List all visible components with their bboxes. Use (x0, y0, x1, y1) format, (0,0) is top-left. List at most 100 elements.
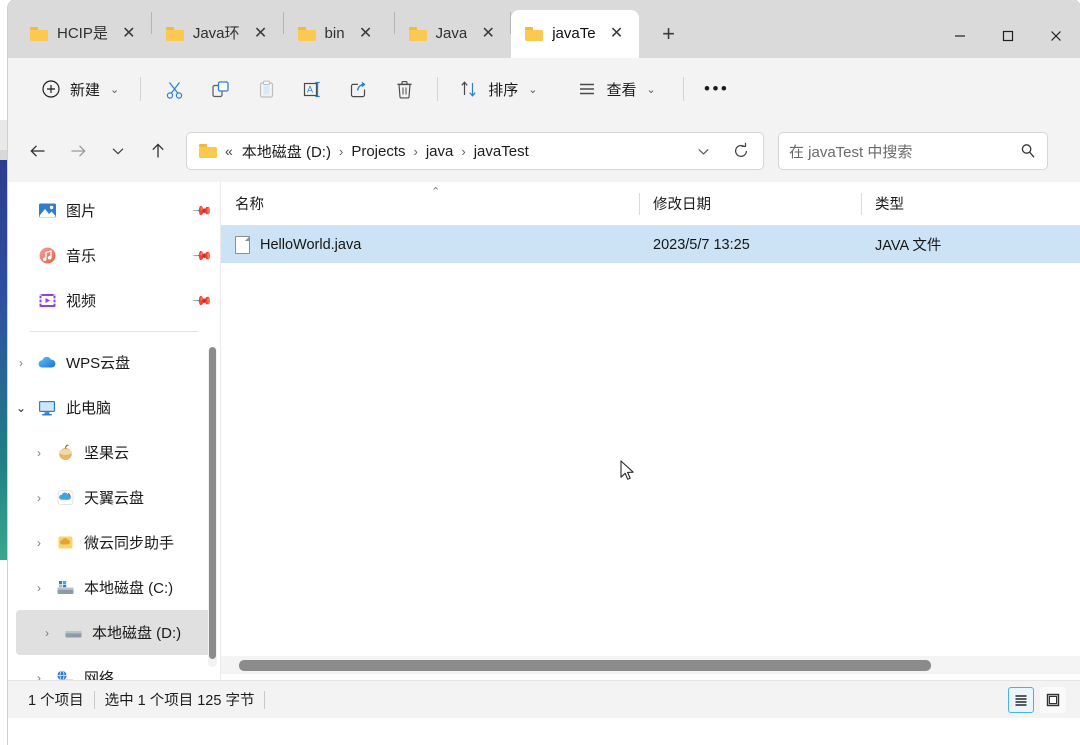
cell-name: HelloWorld.java (221, 235, 639, 254)
sidebar-scrollbar[interactable] (208, 347, 217, 667)
sort-button[interactable]: 排序 ⌄ (448, 70, 548, 108)
chevron-down-icon[interactable]: ⌄ (8, 401, 34, 415)
sidebar-item-nutstore[interactable]: › 坚果云 (8, 430, 220, 475)
pictures-icon (34, 201, 60, 220)
details-view-button[interactable] (1008, 686, 1034, 713)
drive-icon (60, 624, 86, 642)
new-tab-button[interactable]: + (651, 16, 687, 52)
rename-button[interactable]: A (289, 70, 335, 108)
address-dropdown-button[interactable] (687, 135, 719, 167)
maximize-icon[interactable] (984, 14, 1032, 58)
chevron-right-icon[interactable]: › (26, 581, 52, 595)
breadcrumb-item-java[interactable]: java (422, 141, 458, 162)
new-button[interactable]: 新建 ⌄ (30, 70, 130, 108)
breadcrumb-item-projects[interactable]: Projects (347, 141, 409, 162)
sidebar-scrollbar-thumb[interactable] (209, 347, 216, 659)
recent-locations-button[interactable] (98, 132, 138, 170)
table-row[interactable]: HelloWorld.java 2023/5/7 13:25 JAVA 文件 (221, 226, 1080, 263)
share-button[interactable] (335, 70, 381, 108)
breadcrumb-overflow[interactable]: « (223, 143, 235, 159)
close-icon[interactable]: ✕ (117, 22, 141, 46)
column-header-modified[interactable]: 修改日期 (639, 182, 861, 226)
pin-icon[interactable]: 📌 (191, 289, 213, 312)
large-icons-view-icon (1046, 693, 1060, 706)
sidebar-item-label: 微云同步助手 (84, 535, 175, 552)
tab-strip: HCIP是 ✕ Java环 ✕ bin ✕ Java ✕ javaTe ✕ + (8, 0, 687, 58)
chevron-right-icon[interactable]: › (26, 491, 52, 505)
video-icon (34, 291, 60, 310)
chevron-right-icon[interactable]: › (34, 626, 60, 640)
sidebar-item-pictures[interactable]: 图片 📌 (8, 188, 220, 233)
tab-bin[interactable]: bin ✕ (284, 10, 394, 58)
horizontal-scrollbar-thumb[interactable] (239, 659, 931, 671)
tab-label: Java环 (192, 25, 240, 42)
back-button[interactable] (18, 132, 58, 170)
search-input[interactable]: 在 javaTest 中搜索 (778, 132, 1048, 170)
forward-button[interactable] (58, 132, 98, 170)
sort-ascending-icon: ⌃ (431, 185, 441, 198)
status-bar: 1 个项目 选中 1 个项目 125 字节 (8, 680, 1080, 718)
close-icon[interactable]: ✕ (476, 22, 500, 46)
chevron-right-icon[interactable]: › (26, 536, 52, 550)
column-header-type[interactable]: 类型 (861, 182, 1061, 226)
cell-modified: 2023/5/7 13:25 (653, 236, 750, 253)
up-button[interactable] (138, 132, 178, 170)
navigation-pane: 图片 📌 音乐 📌 视频 📌 › WPS云盘 ⌄ 此电脑 › 坚果云 › 天翼云… (8, 182, 220, 680)
sidebar-item-videos[interactable]: 视频 📌 (8, 278, 220, 323)
chevron-down-icon: ⌄ (110, 83, 120, 96)
cut-button[interactable] (151, 70, 197, 108)
status-separator (264, 690, 266, 709)
paste-icon (259, 80, 273, 98)
file-icon (235, 235, 250, 254)
sidebar-item-network[interactable]: › 网络 (8, 655, 220, 680)
column-header-name[interactable]: ⌃ 名称 (221, 182, 639, 226)
pin-icon[interactable]: 📌 (191, 199, 213, 222)
pin-icon[interactable]: 📌 (191, 244, 213, 267)
file-list-pane: ⌃ 名称 修改日期 类型 HelloWorld.java 2023/5/7 13… (220, 182, 1080, 680)
paste-button[interactable] (243, 70, 289, 108)
copy-button[interactable] (197, 70, 243, 108)
folder-icon (199, 144, 217, 158)
close-icon[interactable]: ✕ (249, 22, 273, 46)
tab-javatest-active[interactable]: javaTe ✕ (511, 10, 639, 58)
delete-button[interactable] (381, 70, 427, 108)
search-icon[interactable] (1019, 142, 1037, 160)
close-icon[interactable] (1032, 14, 1080, 58)
more-options-button[interactable]: ••• (694, 70, 740, 108)
address-bar[interactable]: « 本地磁盘 (D:) › Projects › java › javaTest (186, 132, 764, 170)
close-icon[interactable]: ✕ (605, 22, 629, 46)
refresh-icon (734, 142, 748, 157)
breadcrumb-separator: › (461, 143, 466, 159)
rename-icon: A (303, 81, 320, 97)
close-icon[interactable]: ✕ (354, 22, 378, 46)
column-headers: ⌃ 名称 修改日期 类型 (221, 182, 1080, 226)
breadcrumb-item-javatest[interactable]: javaTest (470, 141, 533, 162)
view-button[interactable]: 查看 ⌄ (566, 70, 666, 108)
view-toggle-group (1008, 686, 1080, 713)
file-explorer-window: HCIP是 ✕ Java环 ✕ bin ✕ Java ✕ javaTe ✕ + … (8, 0, 1080, 745)
chevron-right-icon[interactable]: › (26, 671, 52, 681)
sidebar-item-wps-cloud[interactable]: › WPS云盘 (8, 340, 220, 385)
tab-java[interactable]: Java ✕ (395, 10, 511, 58)
tab-java-env[interactable]: Java环 ✕ (152, 10, 283, 58)
sidebar-item-label: 此电脑 (66, 400, 112, 417)
breadcrumb-item-drive[interactable]: 本地磁盘 (D:) (238, 139, 335, 164)
refresh-button[interactable] (725, 135, 757, 167)
sidebar-item-weiyun-sync[interactable]: › 微云同步助手 (8, 520, 220, 565)
large-icons-view-button[interactable] (1040, 686, 1066, 713)
file-name: HelloWorld.java (260, 236, 362, 253)
chevron-down-icon (697, 148, 709, 155)
sidebar-item-local-disk-c[interactable]: › 本地磁盘 (C:) (8, 565, 220, 610)
sidebar-item-local-disk-d[interactable]: › 本地磁盘 (D:) (16, 610, 216, 655)
sidebar-item-this-pc[interactable]: ⌄ 此电脑 (8, 385, 220, 430)
column-header-label: 类型 (875, 197, 904, 213)
search-placeholder: 在 javaTest 中搜索 (789, 143, 913, 161)
file-pane-horizontal-scrollbar[interactable] (221, 656, 1080, 674)
minimize-icon[interactable] (936, 14, 984, 58)
sidebar-item-tianyi-cloud[interactable]: › 天翼云盘 (8, 475, 220, 520)
chevron-right-icon[interactable]: › (8, 356, 34, 370)
tab-hcip[interactable]: HCIP是 ✕ (16, 10, 151, 58)
arrow-up-icon (152, 143, 164, 158)
sidebar-item-music[interactable]: 音乐 📌 (8, 233, 220, 278)
chevron-right-icon[interactable]: › (26, 446, 52, 460)
